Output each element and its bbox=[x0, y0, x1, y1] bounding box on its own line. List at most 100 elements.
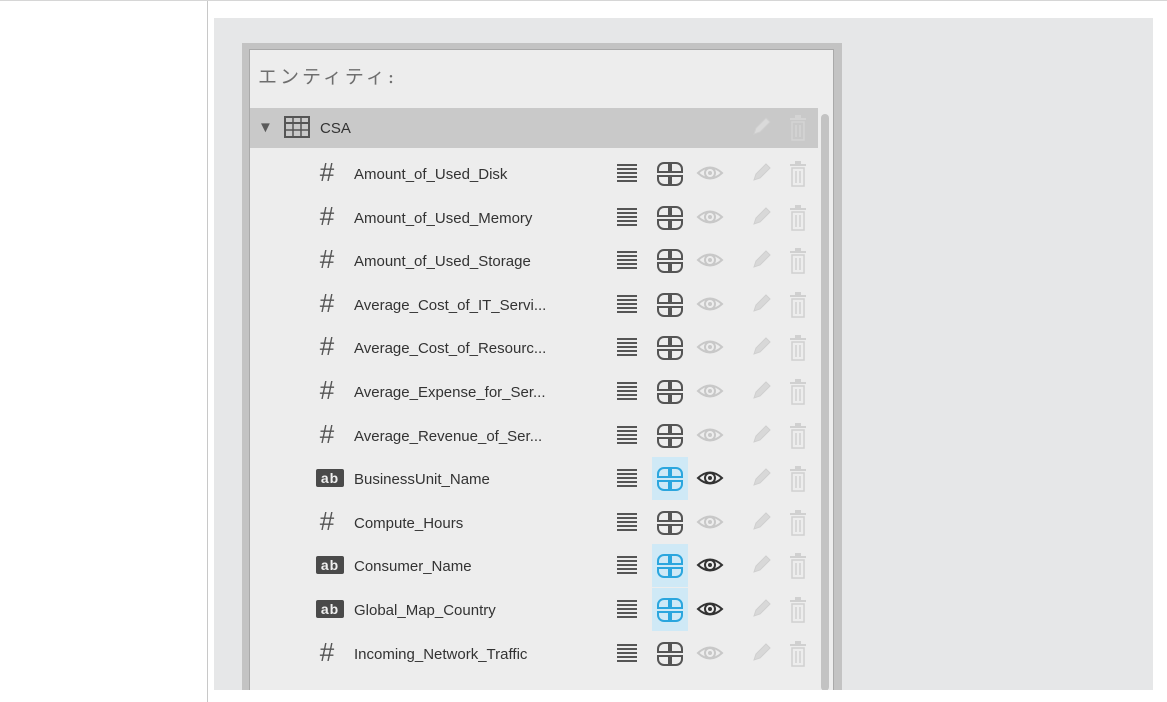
numeric-type-icon: # bbox=[319, 201, 335, 231]
entity-header-row[interactable]: ▼ CSA bbox=[250, 108, 818, 148]
numeric-type-icon: # bbox=[319, 506, 335, 536]
field-row[interactable]: ab Consumer_Name bbox=[250, 544, 818, 587]
attribute-list-icon[interactable] bbox=[616, 424, 638, 451]
dimension-icon[interactable] bbox=[656, 510, 684, 541]
attribute-list-icon[interactable] bbox=[616, 293, 638, 320]
panel-scrollbar[interactable] bbox=[819, 108, 831, 690]
field-name: Average_Cost_of_Resourc... bbox=[354, 340, 547, 357]
entity-delete-icon[interactable] bbox=[788, 115, 808, 146]
expand-toggle-icon[interactable]: ▼ bbox=[258, 119, 273, 136]
attribute-list-icon[interactable] bbox=[616, 336, 638, 363]
numeric-type-icon: # bbox=[319, 288, 335, 318]
delete-icon[interactable] bbox=[788, 161, 808, 192]
dimension-icon[interactable] bbox=[652, 588, 688, 631]
visibility-eye-icon[interactable] bbox=[696, 249, 724, 276]
visibility-eye-icon[interactable] bbox=[696, 336, 724, 363]
delete-icon[interactable] bbox=[788, 641, 808, 672]
delete-icon[interactable] bbox=[788, 292, 808, 323]
visibility-eye-icon[interactable] bbox=[696, 424, 724, 451]
delete-icon[interactable] bbox=[788, 510, 808, 541]
edit-icon[interactable] bbox=[750, 249, 772, 276]
attribute-list-icon[interactable] bbox=[616, 511, 638, 538]
edit-icon[interactable] bbox=[750, 467, 772, 494]
field-row[interactable]: # Amount_of_Used_Storage bbox=[250, 239, 818, 282]
field-name: Amount_of_Used_Storage bbox=[354, 253, 531, 270]
edit-icon[interactable] bbox=[750, 598, 772, 625]
entity-edit-icon[interactable] bbox=[750, 116, 772, 143]
delete-icon[interactable] bbox=[788, 466, 808, 497]
field-name: Global_Map_Country bbox=[354, 602, 496, 619]
field-row[interactable]: # Average_Expense_for_Ser... bbox=[250, 370, 818, 413]
edit-icon[interactable] bbox=[750, 380, 772, 407]
entity-panel: エンティティ: ▼ CSA # Amount_of_Used_Disk # Am… bbox=[249, 49, 834, 690]
text-type-icon: ab bbox=[316, 600, 344, 618]
dimension-icon[interactable] bbox=[656, 248, 684, 279]
field-name: Incoming_Network_Traffic bbox=[354, 646, 528, 663]
edit-icon[interactable] bbox=[750, 424, 772, 451]
edit-icon[interactable] bbox=[750, 642, 772, 669]
field-name: Average_Expense_for_Ser... bbox=[354, 384, 546, 401]
visibility-eye-icon[interactable] bbox=[696, 467, 724, 494]
entity-name: CSA bbox=[320, 120, 351, 137]
field-row[interactable]: # Compute_Hours bbox=[250, 501, 818, 544]
attribute-list-icon[interactable] bbox=[616, 162, 638, 189]
visibility-eye-icon[interactable] bbox=[696, 380, 724, 407]
text-type-icon: ab bbox=[316, 556, 344, 574]
attribute-list-icon[interactable] bbox=[616, 642, 638, 669]
dimension-icon[interactable] bbox=[656, 161, 684, 192]
dimension-icon[interactable] bbox=[652, 544, 688, 587]
dimension-icon[interactable] bbox=[656, 292, 684, 323]
delete-icon[interactable] bbox=[788, 597, 808, 628]
field-name: BusinessUnit_Name bbox=[354, 471, 490, 488]
dimension-icon[interactable] bbox=[656, 641, 684, 672]
left-table-cell bbox=[0, 1, 207, 702]
field-row[interactable]: # Average_Cost_of_IT_Servi... bbox=[250, 283, 818, 326]
visibility-eye-icon[interactable] bbox=[696, 642, 724, 669]
dimension-icon[interactable] bbox=[656, 205, 684, 236]
visibility-eye-icon[interactable] bbox=[696, 511, 724, 538]
delete-icon[interactable] bbox=[788, 423, 808, 454]
field-row[interactable]: ab Global_Map_Country bbox=[250, 588, 818, 631]
numeric-type-icon: # bbox=[319, 637, 335, 667]
attribute-list-icon[interactable] bbox=[616, 206, 638, 233]
attribute-list-icon[interactable] bbox=[616, 467, 638, 494]
visibility-eye-icon[interactable] bbox=[696, 293, 724, 320]
field-row[interactable]: ab BusinessUnit_Name bbox=[250, 457, 818, 500]
dimension-icon[interactable] bbox=[656, 379, 684, 410]
edit-icon[interactable] bbox=[750, 206, 772, 233]
edit-icon[interactable] bbox=[750, 336, 772, 363]
attribute-list-icon[interactable] bbox=[616, 554, 638, 581]
attribute-list-icon[interactable] bbox=[616, 380, 638, 407]
numeric-type-icon: # bbox=[319, 331, 335, 361]
field-row[interactable]: # Average_Cost_of_Resourc... bbox=[250, 326, 818, 369]
field-name: Compute_Hours bbox=[354, 515, 464, 532]
visibility-eye-icon[interactable] bbox=[696, 598, 724, 625]
field-row[interactable]: # Incoming_Network_Traffic bbox=[250, 632, 818, 675]
visibility-eye-icon[interactable] bbox=[696, 206, 724, 233]
edit-icon[interactable] bbox=[750, 293, 772, 320]
numeric-type-icon: # bbox=[319, 244, 335, 274]
dimension-icon[interactable] bbox=[656, 423, 684, 454]
field-row[interactable]: # Amount_of_Used_Memory bbox=[250, 196, 818, 239]
numeric-type-icon: # bbox=[319, 157, 335, 187]
edit-icon[interactable] bbox=[750, 554, 772, 581]
attribute-list-icon[interactable] bbox=[616, 598, 638, 625]
delete-icon[interactable] bbox=[788, 335, 808, 366]
attribute-list-icon[interactable] bbox=[616, 249, 638, 276]
dimension-icon[interactable] bbox=[652, 457, 688, 500]
scrollbar-thumb[interactable] bbox=[821, 114, 829, 690]
field-row[interactable]: # Amount_of_Used_Disk bbox=[250, 152, 818, 195]
visibility-eye-icon[interactable] bbox=[696, 162, 724, 189]
delete-icon[interactable] bbox=[788, 553, 808, 584]
delete-icon[interactable] bbox=[788, 379, 808, 410]
field-row[interactable]: # Average_Revenue_of_Ser... bbox=[250, 414, 818, 457]
field-name: Average_Cost_of_IT_Servi... bbox=[354, 297, 547, 314]
visibility-eye-icon[interactable] bbox=[696, 554, 724, 581]
delete-icon[interactable] bbox=[788, 248, 808, 279]
numeric-type-icon: # bbox=[319, 375, 335, 405]
edit-icon[interactable] bbox=[750, 511, 772, 538]
dimension-icon[interactable] bbox=[656, 335, 684, 366]
delete-icon[interactable] bbox=[788, 205, 808, 236]
edit-icon[interactable] bbox=[750, 162, 772, 189]
text-type-icon: ab bbox=[316, 469, 344, 487]
